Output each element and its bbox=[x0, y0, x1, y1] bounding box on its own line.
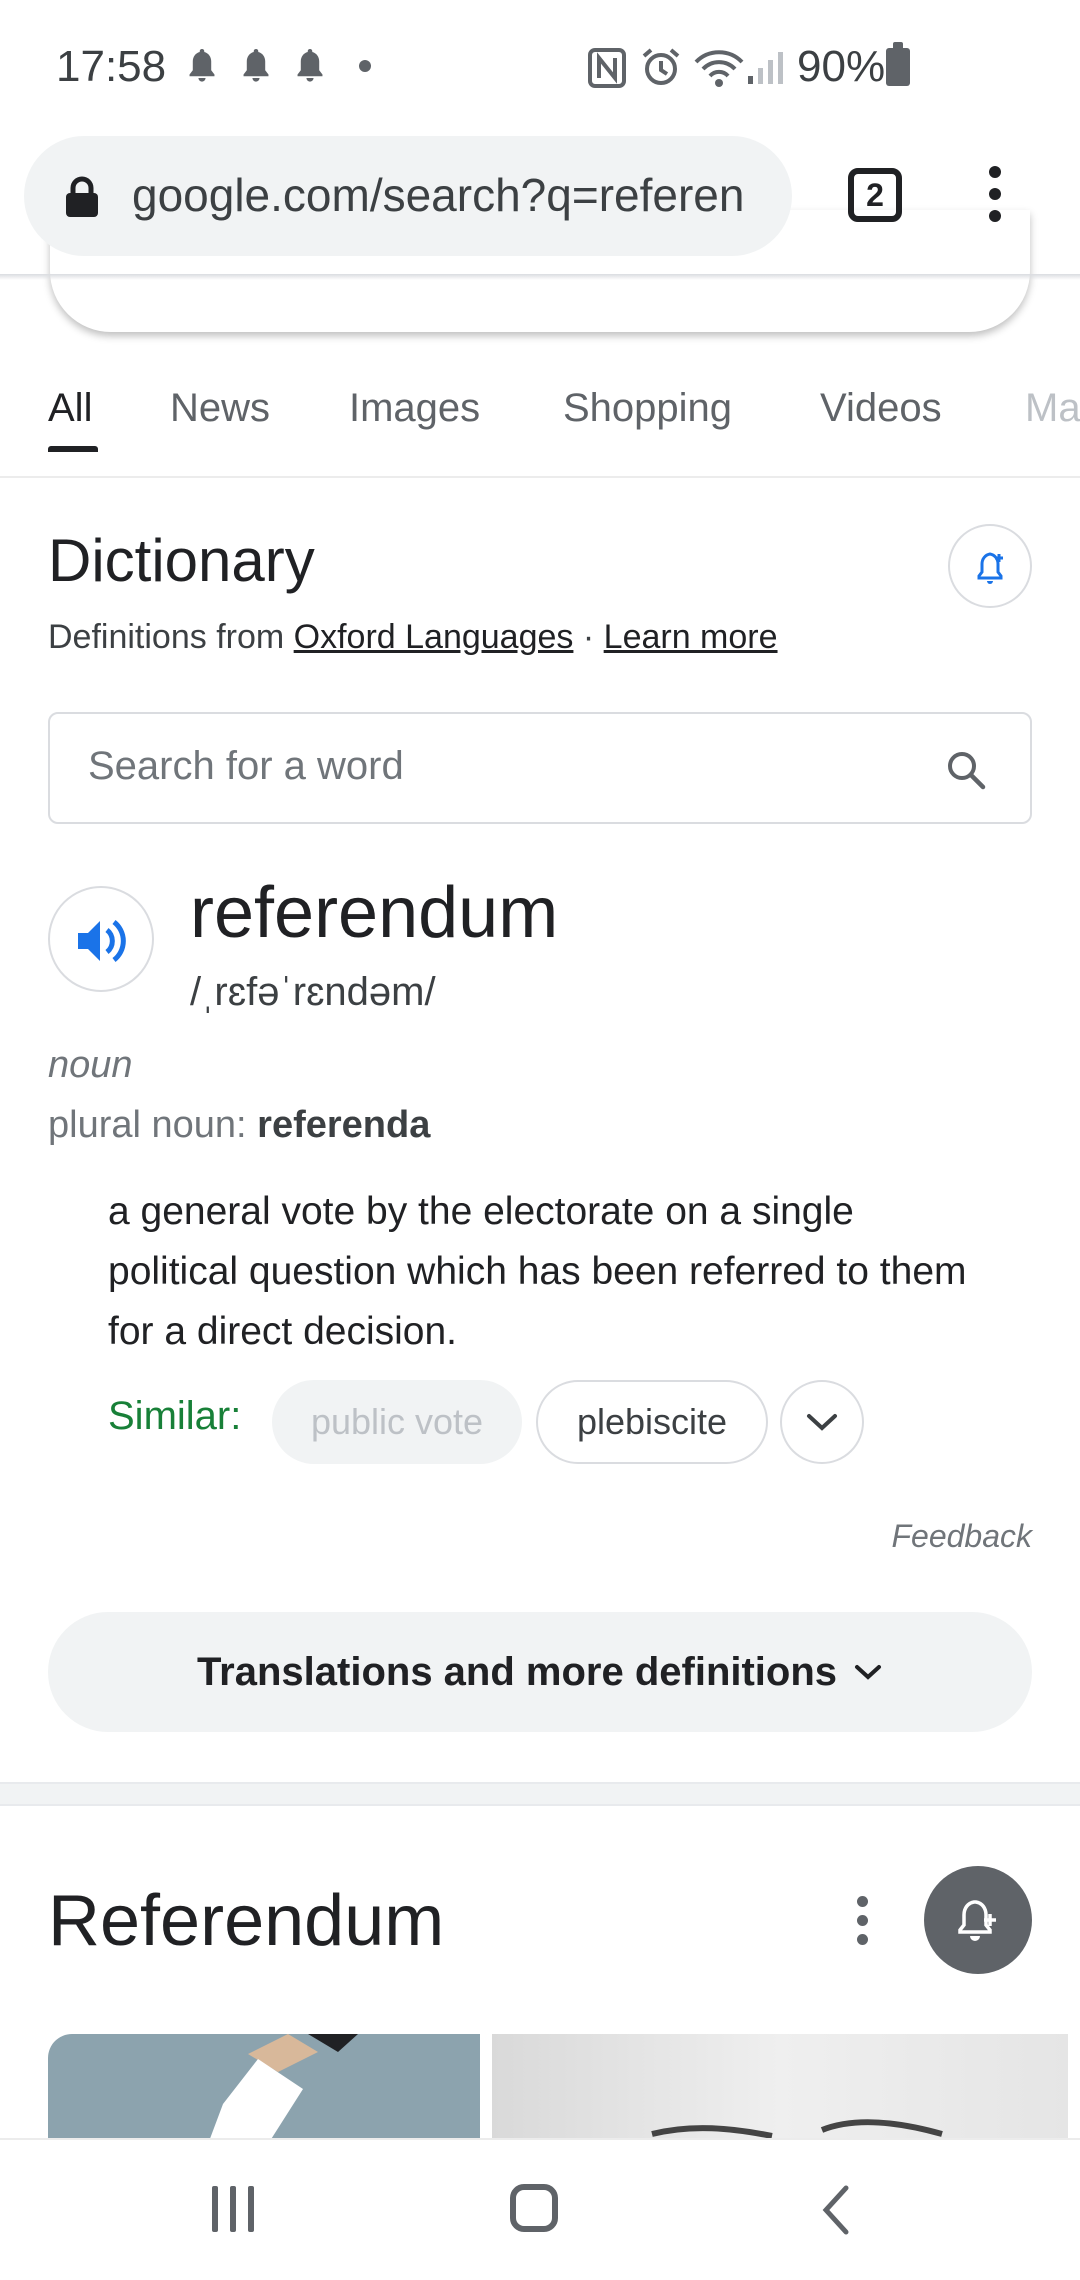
notification-icons bbox=[185, 46, 371, 86]
speaker-icon bbox=[78, 920, 126, 962]
wifi-icon bbox=[694, 50, 744, 87]
battery-icon bbox=[886, 42, 910, 86]
add-alert-icon bbox=[977, 552, 1003, 584]
tab-images[interactable]: Images bbox=[349, 386, 480, 431]
battery-percentage: 90% bbox=[797, 42, 886, 91]
notification-bell-icon bbox=[243, 49, 269, 82]
pronunciation-audio-button[interactable] bbox=[48, 886, 154, 992]
referendum-image-paper[interactable] bbox=[492, 2034, 1068, 2144]
word-search-placeholder: Search for a word bbox=[88, 744, 404, 788]
system-navigation-bar bbox=[0, 2138, 1080, 2280]
headword: referendum bbox=[190, 873, 559, 953]
browser-menu-icon[interactable] bbox=[980, 166, 1010, 226]
alarm-icon bbox=[642, 48, 680, 85]
similar-chip-plebiscite[interactable]: plebiscite bbox=[536, 1380, 768, 1464]
notification-bell-icon bbox=[297, 49, 323, 82]
dictionary-source: Definitions from Oxford Languages · Lear… bbox=[48, 618, 778, 657]
signal-icon bbox=[748, 52, 783, 84]
word-search-input[interactable]: Search for a word bbox=[48, 712, 1032, 824]
plural-value: referenda bbox=[257, 1104, 431, 1146]
chevron-down-icon bbox=[807, 1414, 837, 1431]
dictionary-title: Dictionary bbox=[48, 527, 315, 594]
source-prefix: Definitions from bbox=[48, 618, 285, 656]
url-text: google.com/search?q=referen bbox=[132, 169, 745, 221]
more-definitions-label: Translations and more definitions bbox=[196, 1649, 838, 1694]
follow-topic-button[interactable] bbox=[924, 1866, 1032, 1974]
section-divider bbox=[0, 1782, 1080, 1806]
notification-bell-icon bbox=[189, 49, 215, 82]
status-bar: 17:58 90% bbox=[0, 0, 1080, 136]
add-alert-icon bbox=[958, 1900, 996, 1941]
back-icon[interactable] bbox=[820, 2184, 852, 2236]
search-icon[interactable] bbox=[944, 748, 988, 792]
similar-label: Similar: bbox=[108, 1394, 242, 1438]
status-time: 17:58 bbox=[56, 42, 167, 91]
tab-switcher-button[interactable]: 2 bbox=[848, 168, 902, 222]
oxford-languages-link[interactable]: Oxford Languages bbox=[294, 618, 574, 656]
plural-label: plural noun: bbox=[48, 1104, 247, 1146]
tab-all[interactable]: All bbox=[48, 386, 92, 431]
more-options-icon[interactable] bbox=[850, 1896, 874, 1956]
definition-text: a general vote by the electorate on a si… bbox=[108, 1190, 967, 1353]
referendum-image-ballot[interactable] bbox=[48, 2034, 480, 2144]
phonetic-spelling: /ˌrɛfəˈrɛndəm/ bbox=[190, 970, 436, 1014]
learn-more-link[interactable]: Learn more bbox=[604, 618, 778, 656]
recent-apps-button[interactable] bbox=[212, 2186, 254, 2232]
address-bar[interactable]: google.com/search?q=referen bbox=[24, 136, 792, 256]
toolbar-shadow bbox=[0, 274, 1080, 280]
tab-shopping[interactable]: Shopping bbox=[563, 386, 732, 431]
tab-videos[interactable]: Videos bbox=[820, 386, 942, 431]
feedback-link[interactable]: Feedback bbox=[891, 1518, 1032, 1555]
chevron-down-icon bbox=[855, 1665, 882, 1680]
more-notifications-dot bbox=[359, 60, 371, 72]
tab-news[interactable]: News bbox=[170, 386, 270, 431]
ballot-image bbox=[208, 2034, 358, 2144]
plural-form: plural noun: referenda bbox=[48, 1104, 430, 1147]
source-separator: · bbox=[582, 618, 595, 656]
search-tabs: All News Images Shopping Videos Ma bbox=[0, 366, 1080, 478]
knowledge-panel-title: Referendum bbox=[48, 1881, 445, 1961]
paper-image bbox=[651, 2119, 943, 2139]
nfc-icon bbox=[588, 48, 626, 88]
tab-maps[interactable]: Ma bbox=[1025, 386, 1080, 431]
similar-expand-button[interactable] bbox=[780, 1380, 864, 1464]
similar-chip-public-vote: public vote bbox=[272, 1380, 522, 1464]
dictionary-alert-button[interactable] bbox=[948, 524, 1032, 608]
part-of-speech: noun bbox=[48, 1044, 133, 1086]
lock-icon bbox=[66, 176, 98, 217]
home-button[interactable] bbox=[510, 2184, 558, 2232]
translations-more-definitions-button[interactable]: Translations and more definitions bbox=[48, 1612, 1032, 1732]
active-tab-indicator bbox=[48, 446, 98, 452]
